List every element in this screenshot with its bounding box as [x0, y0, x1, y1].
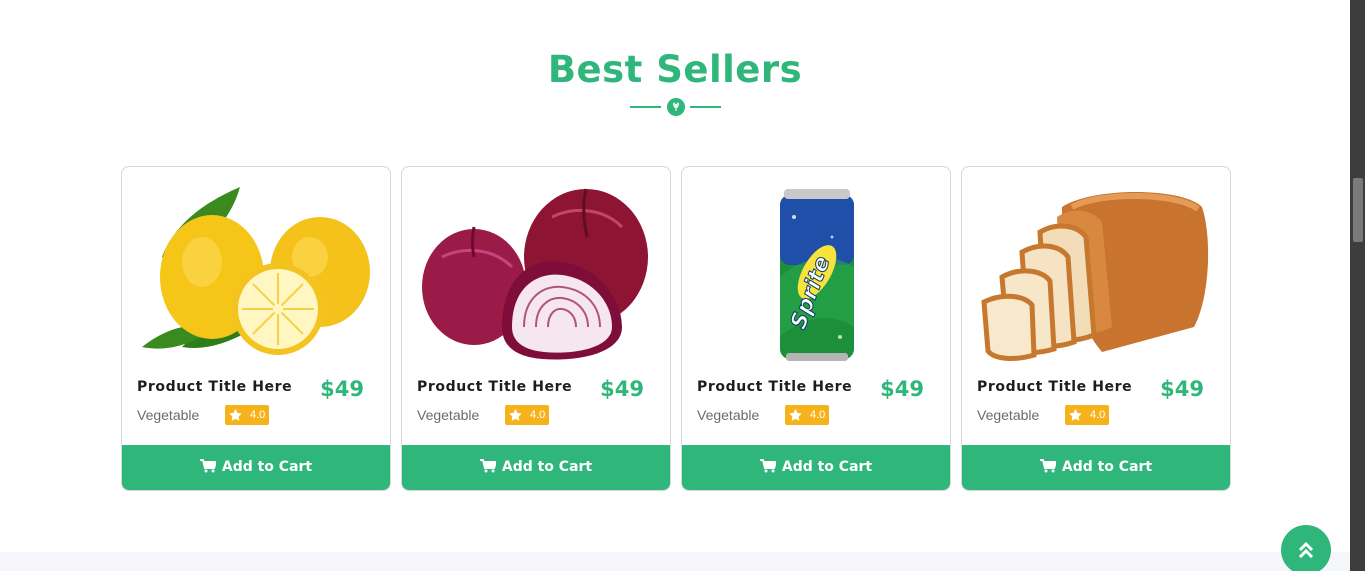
title-divider: [630, 98, 721, 116]
product-title[interactable]: Product Title Here: [697, 379, 852, 395]
double-chevron-up-icon: [1298, 542, 1314, 558]
add-to-cart-button[interactable]: Add to Cart: [122, 445, 390, 490]
page: Best Sellers Product Title Here $49 Vege…: [0, 0, 1350, 571]
star-icon: [1069, 409, 1082, 421]
add-to-cart-button[interactable]: Add to Cart: [682, 445, 950, 490]
product-image-red-onions[interactable]: [402, 177, 670, 367]
section-title: Best Sellers: [547, 48, 803, 91]
product-category: Vegetable: [697, 407, 760, 423]
rating-value: 4.0: [530, 409, 546, 421]
product-price: $49: [320, 377, 364, 401]
product-card: Product Title Here $49 Vegetable 4.0 Add…: [961, 166, 1231, 491]
product-image-sliced-bread[interactable]: [962, 177, 1230, 367]
product-price: $49: [880, 377, 924, 401]
scrollbar-thumb[interactable]: [1353, 178, 1363, 242]
product-category: Vegetable: [417, 407, 480, 423]
add-to-cart-button[interactable]: Add to Cart: [962, 445, 1230, 490]
rating-badge: 4.0: [785, 405, 829, 425]
rating-value: 4.0: [1090, 409, 1106, 421]
product-price: $49: [600, 377, 644, 401]
rating-badge: 4.0: [1065, 405, 1109, 425]
leaf-icon: [667, 98, 685, 116]
add-to-cart-label: Add to Cart: [1061, 459, 1153, 475]
product-image-lemons[interactable]: [122, 177, 390, 367]
product-card: Sprite Product Title Here $49 Vegetable …: [681, 166, 951, 491]
product-category: Vegetable: [977, 407, 1040, 423]
add-to-cart-label: Add to Cart: [221, 459, 313, 475]
cart-icon: [479, 459, 498, 473]
divider-line-right: [690, 106, 721, 108]
page-scrollbar[interactable]: [1350, 0, 1365, 571]
next-section-background: [0, 552, 1350, 571]
rating-badge: 4.0: [505, 405, 549, 425]
rating-value: 4.0: [810, 409, 826, 421]
product-title[interactable]: Product Title Here: [137, 379, 292, 395]
product-image-sprite-can[interactable]: Sprite: [682, 177, 950, 367]
cart-icon: [1039, 459, 1058, 473]
star-icon: [229, 409, 242, 421]
star-icon: [509, 409, 522, 421]
rating-value: 4.0: [250, 409, 266, 421]
star-icon: [789, 409, 802, 421]
divider-line-left: [630, 106, 661, 108]
product-category: Vegetable: [137, 407, 200, 423]
add-to-cart-label: Add to Cart: [501, 459, 593, 475]
rating-badge: 4.0: [225, 405, 269, 425]
product-card: Product Title Here $49 Vegetable 4.0 Add…: [401, 166, 671, 491]
product-title[interactable]: Product Title Here: [977, 379, 1132, 395]
add-to-cart-label: Add to Cart: [781, 459, 873, 475]
product-title[interactable]: Product Title Here: [417, 379, 572, 395]
scroll-to-top-button[interactable]: [1281, 525, 1331, 571]
cart-icon: [199, 459, 218, 473]
product-card: Product Title Here $49 Vegetable 4.0 Add…: [121, 166, 391, 491]
cart-icon: [759, 459, 778, 473]
product-price: $49: [1160, 377, 1204, 401]
add-to-cart-button[interactable]: Add to Cart: [402, 445, 670, 490]
